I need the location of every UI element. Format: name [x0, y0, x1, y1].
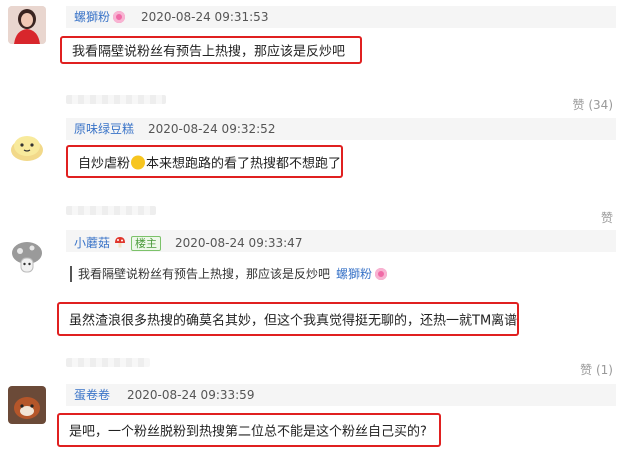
comment-text-box: 自炒虐粉 本来想跑路的看了热搜都不想跑了	[66, 145, 343, 178]
comment-text: 是吧，一个粉丝脱粉到热搜第二位总不能是这个粉丝自己买的?	[69, 424, 427, 440]
comment-text: 我看隔壁说粉丝有预告上热搜，那应该是反炒吧	[72, 44, 346, 60]
comment-text: 虽然渣浪很多热搜的确莫名其妙，但这个我真觉得挺无聊的，还热一就TM离谱	[69, 313, 518, 329]
blurred-reply-line	[66, 206, 156, 215]
avatar-woman-icon	[8, 6, 46, 44]
mushroom-badge-icon	[114, 237, 125, 248]
bun-cartoon-icon	[11, 136, 43, 161]
timestamp: 2020-08-24 09:33:59	[127, 388, 255, 402]
like-count[interactable]: 赞	[601, 211, 613, 225]
mushroom-cartoon-icon	[12, 242, 42, 273]
blurred-reply-line	[66, 95, 166, 104]
username[interactable]: 小蘑菇	[74, 236, 126, 250]
like-count[interactable]: 赞 (1)	[580, 363, 613, 377]
avatar[interactable]	[8, 6, 46, 44]
username[interactable]: 蛋卷卷	[74, 388, 110, 402]
comment-text: 自炒虐粉 本来想跑路的看了热搜都不想跑了	[78, 155, 342, 171]
username[interactable]: 螺獅粉	[74, 10, 126, 24]
red-panda-icon	[8, 386, 46, 424]
avatar[interactable]	[8, 126, 46, 164]
comment-text-box: 我看隔壁说粉丝有预告上热搜，那应该是反炒吧	[60, 36, 362, 64]
flower-badge-icon	[375, 268, 388, 280]
quote-text: 我看隔壁说粉丝有预告上热搜，那应该是反炒吧	[78, 267, 331, 281]
timestamp: 2020-08-24 09:32:52	[148, 122, 276, 136]
username[interactable]: 原味绿豆糕	[74, 122, 134, 136]
grin-emoji-icon	[131, 155, 146, 169]
timestamp: 2020-08-24 09:31:53	[141, 10, 269, 24]
comment-text-box: 是吧，一个粉丝脱粉到热搜第二位总不能是这个粉丝自己买的?	[57, 413, 441, 447]
timestamp: 2020-08-24 09:33:47	[175, 236, 303, 250]
owner-badge: 楼主	[131, 236, 161, 251]
avatar[interactable]	[8, 238, 46, 276]
comment-text-box: 虽然渣浪很多热搜的确莫名其妙，但这个我真觉得挺无聊的，还热一就TM离谱	[57, 302, 519, 336]
quoted-reply: 我看隔壁说粉丝有预告上热搜，那应该是反炒吧 螺獅粉	[70, 266, 388, 282]
blurred-reply-line	[66, 358, 150, 367]
avatar[interactable]	[8, 386, 46, 424]
flower-badge-icon	[113, 11, 126, 23]
like-count[interactable]: 赞 (34)	[573, 98, 613, 112]
quote-username[interactable]: 螺獅粉	[336, 267, 388, 281]
